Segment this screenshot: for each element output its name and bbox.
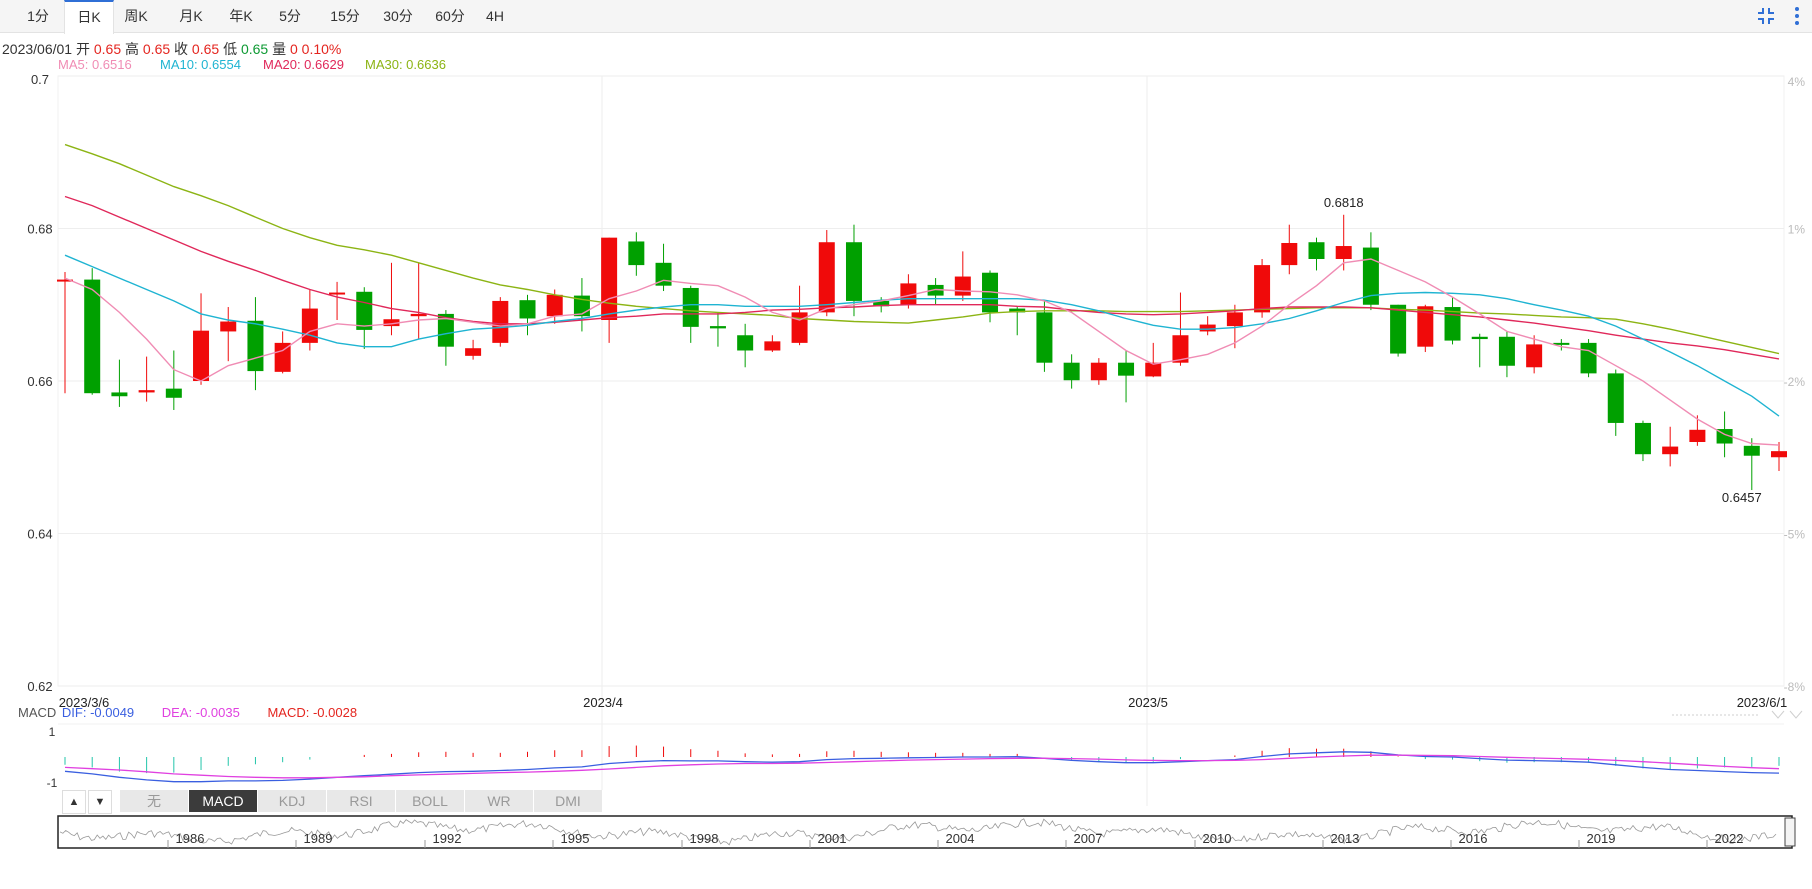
candle-body (845, 242, 862, 301)
navigator-year-label: 1992 (433, 831, 462, 846)
pct-tick-label: -8% (1784, 680, 1806, 694)
navigator-year-label: 2013 (1331, 831, 1360, 846)
candle-body (1118, 362, 1135, 376)
candle-body (1036, 312, 1053, 363)
navigator-year-label: 1986 (176, 831, 205, 846)
navigator-year-label: 2016 (1459, 831, 1488, 846)
candle-body (410, 313, 427, 317)
indicator-tab-3[interactable]: RSI (327, 790, 396, 812)
candle-body (1689, 429, 1706, 442)
pct-tick-label: 4% (1788, 75, 1806, 89)
indicator-tab-6[interactable]: DMI (534, 790, 603, 812)
candle-body (84, 279, 101, 394)
candle-body (1090, 362, 1107, 381)
candle-body (1471, 336, 1488, 340)
low-price-label: 0.6457 (1722, 490, 1762, 505)
pct-tick-label: 1% (1788, 223, 1806, 237)
candle-body (1498, 336, 1515, 366)
ma20-line (64, 195, 1780, 360)
dea-line (64, 754, 1780, 779)
candle-body (193, 330, 210, 381)
candle-body (356, 291, 373, 330)
indicator-tab-0[interactable]: 无 (120, 790, 189, 812)
navigator-year-label: 2004 (946, 831, 975, 846)
indicator-tab-2[interactable]: KDJ (258, 790, 327, 812)
candle-body (1335, 246, 1352, 259)
macd-y-label: -1 (47, 776, 58, 790)
scroll-hint-chevron-icon (1771, 710, 1785, 719)
candle-body (764, 341, 781, 351)
x-axis-label: 2023/6/1 (1737, 695, 1788, 710)
candle-body (1281, 242, 1298, 266)
ma5-line (64, 258, 1780, 446)
candle-body (682, 287, 699, 327)
candle-body (709, 326, 726, 329)
candle-body (111, 392, 128, 397)
scroll-hint-chevron-icon (1789, 710, 1803, 719)
navigator-year-label: 1998 (690, 831, 719, 846)
candle-body (247, 320, 264, 372)
candle-body (519, 300, 536, 319)
navigator-year-label: 1989 (304, 831, 333, 846)
candle-body (1662, 446, 1679, 455)
candle-body (1390, 304, 1407, 354)
candle-body (165, 388, 182, 398)
x-axis-label: 2023/4 (583, 695, 623, 710)
candle-body (1634, 422, 1651, 455)
candle-body (954, 276, 971, 296)
navigator-year-label: 2019 (1587, 831, 1616, 846)
candle-body (1607, 373, 1624, 423)
candle-body (1308, 242, 1325, 259)
macd-y-label: 1 (49, 725, 56, 739)
candle-body (601, 237, 618, 320)
pct-tick-label: -5% (1784, 528, 1806, 542)
navigator-handle[interactable] (1784, 817, 1796, 847)
indicator-tab-1[interactable]: MACD (189, 790, 258, 812)
candle-body (1199, 324, 1216, 332)
candle-body (220, 321, 237, 332)
y-tick-label: 0.64 (27, 527, 52, 542)
candle-body (1526, 344, 1543, 368)
candle-body (628, 241, 645, 266)
candle-body (1743, 445, 1760, 456)
pct-tick-label: -2% (1784, 375, 1806, 389)
candle-body (329, 292, 346, 295)
candle-body (818, 242, 835, 313)
navigator-year-label: 2001 (818, 831, 847, 846)
navigator-year-label: 2022 (1715, 831, 1744, 846)
x-axis-label: 2023/5 (1128, 695, 1168, 710)
indicator-tab-4[interactable]: BOLL (396, 790, 465, 812)
candle-body (1226, 312, 1243, 327)
candle-body (138, 390, 155, 393)
candle-body (465, 348, 482, 356)
candle-body (546, 294, 563, 317)
x-axis-label: 2023/3/6 (59, 695, 110, 710)
high-price-label: 0.6818 (1324, 195, 1364, 210)
navigator-year-label: 1995 (561, 831, 590, 846)
y-tick-label: 0.62 (27, 679, 52, 694)
indicator-tab-5[interactable]: WR (465, 790, 534, 812)
candle-body (1771, 451, 1787, 458)
candle-body (301, 308, 318, 343)
candle-body (1254, 265, 1271, 313)
candle-body (1063, 362, 1080, 381)
y-tick-label: 0.66 (27, 374, 52, 389)
navigator-year-label: 2010 (1203, 831, 1232, 846)
candle-body (1580, 342, 1597, 374)
candlestick-chart[interactable]: 0.7 0.68 0.66 0.64 0.62 4% 1% -2% -5% -8% 2023/3/6… (0, 0, 1812, 889)
indicator-up-arrow-button[interactable]: ▲ (62, 790, 86, 814)
y-tick-label: 0.68 (27, 222, 52, 237)
indicator-down-arrow-button[interactable]: ▼ (88, 790, 112, 814)
candle-body (492, 300, 509, 343)
navigator-year-label: 2007 (1074, 831, 1103, 846)
y-tick-label: 0.7 (31, 72, 49, 87)
candle-body (737, 335, 754, 351)
